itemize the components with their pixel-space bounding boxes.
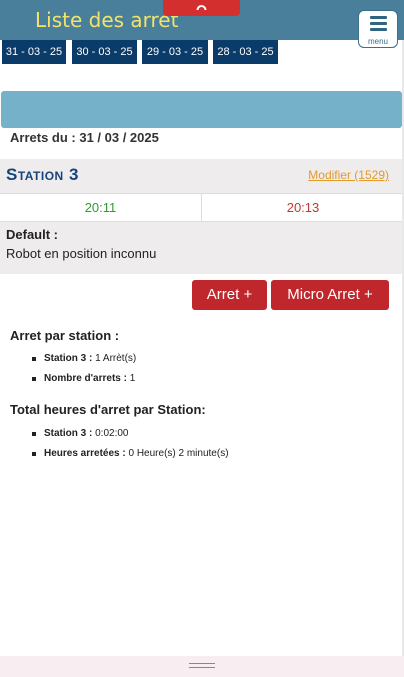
bottom-bar bbox=[0, 656, 404, 677]
default-label: Default : bbox=[6, 227, 58, 242]
arret-par-station-title: Arret par station : bbox=[10, 328, 120, 343]
arret-par-station-list: Station 3 : 1 Arrèt(s) Nombre d'arrets :… bbox=[32, 352, 136, 392]
date-tab-1[interactable]: 31 - 03 - 25 bbox=[2, 40, 66, 64]
station-name: Station 3 bbox=[6, 165, 79, 184]
total-heures-title: Total heures d'arret par Station: bbox=[10, 402, 206, 417]
date-tab-4[interactable]: 28 - 03 - 25 bbox=[213, 40, 278, 64]
add-micro-arret-button[interactable]: Micro Arret + bbox=[271, 280, 389, 310]
default-description: Robot en position inconnu bbox=[6, 246, 157, 261]
add-arret-button[interactable]: Arret + bbox=[192, 280, 267, 310]
date-tab-3[interactable]: 29 - 03 - 25 bbox=[142, 40, 208, 64]
arrets-date-label: Arrets du : 31 / 03 / 2025 bbox=[10, 130, 159, 145]
station-header: Station 3 Modifier (1529) bbox=[0, 159, 404, 193]
page-title: Liste des arret bbox=[35, 8, 179, 32]
list-item: Station 3 : 1 Arrèt(s) bbox=[32, 352, 136, 372]
list-item-value: 0:02:00 bbox=[95, 428, 129, 439]
times-row: 20:11 20:13 bbox=[0, 193, 404, 222]
list-item-value: 1 bbox=[129, 373, 136, 384]
list-item-label: Station 3 : bbox=[44, 353, 93, 364]
list-item: Nombre d'arrets : 1 bbox=[32, 372, 136, 392]
list-item-label: Station 3 : bbox=[44, 428, 93, 439]
date-banner bbox=[1, 91, 402, 128]
list-item: Station 3 : 0:02:00 bbox=[32, 427, 229, 447]
modifier-link[interactable]: Modifier (1529) bbox=[308, 168, 389, 182]
default-box: Default : Robot en position inconnu bbox=[0, 222, 404, 274]
date-tabs: 31 - 03 - 25 30 - 03 - 25 29 - 03 - 25 2… bbox=[0, 40, 404, 64]
total-heures-list: Station 3 : 0:02:00 Heures arretées : 0 … bbox=[32, 427, 229, 467]
list-item-label: Nombre d'arrets : bbox=[44, 373, 127, 384]
top-pull-tab[interactable] bbox=[163, 0, 240, 16]
chevron-up-icon bbox=[196, 5, 207, 11]
end-time: 20:13 bbox=[286, 200, 320, 215]
list-item-value: 0 Heure(s) 2 minute(s) bbox=[128, 448, 229, 459]
drag-handle-icon[interactable] bbox=[189, 663, 215, 671]
hamburger-icon bbox=[370, 16, 387, 34]
app-header: Liste des arret menu bbox=[0, 0, 404, 48]
date-tab-2[interactable]: 30 - 03 - 25 bbox=[72, 40, 137, 64]
list-item: Heures arretées : 0 Heure(s) 2 minute(s) bbox=[32, 447, 229, 467]
list-item-label: Heures arretées : bbox=[44, 448, 126, 459]
list-item-value: 1 Arrèt(s) bbox=[95, 353, 137, 364]
start-time: 20:11 bbox=[0, 194, 202, 222]
